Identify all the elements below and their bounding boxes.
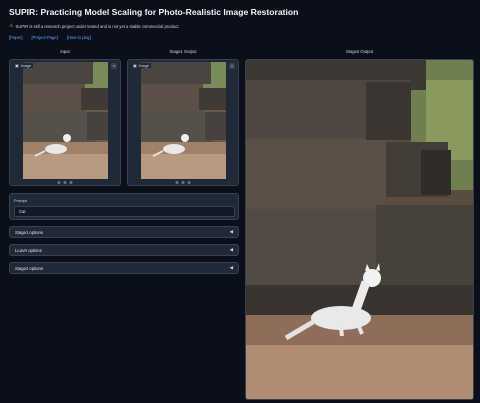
warning-notice: ⚠ SUPIR is still a research project unde… — [9, 23, 180, 29]
input-image-panel[interactable]: ▣ Image × — [9, 59, 121, 186]
prompt-label: Prompt — [14, 198, 27, 203]
toolbar-dot-icon[interactable] — [187, 181, 191, 184]
triangle-left-icon: ◀ — [229, 265, 233, 270]
toolbar-dot-icon[interactable] — [63, 181, 67, 184]
prompt-input[interactable]: Cat — [14, 206, 235, 217]
llava-options-accordion[interactable]: LLaVA options ◀ — [9, 244, 239, 256]
image-tag-label: Image — [138, 63, 150, 68]
stage1-output-image — [141, 62, 226, 179]
warning-text: SUPIR is still a research project under … — [15, 23, 180, 29]
stage2-output-image — [245, 59, 474, 400]
image-tag: ▣ Image — [131, 63, 152, 68]
toolbar-dot-icon[interactable] — [69, 181, 73, 184]
close-icon[interactable]: × — [111, 63, 117, 69]
accordion-label: LLaVA options — [15, 247, 42, 253]
stage1-options-accordion[interactable]: Stage1 options ◀ — [9, 226, 239, 238]
prompt-block: Prompt Cat — [9, 193, 239, 220]
page-title: SUPIR: Practicing Model Scaling for Phot… — [9, 7, 299, 17]
accordion-label: Stage1 options — [15, 229, 43, 235]
image-toolbar — [57, 181, 73, 184]
toolbar-dot-icon[interactable] — [181, 181, 185, 184]
image-tag: ▣ Image — [13, 63, 34, 68]
input-image — [23, 62, 108, 179]
image-tag-label: Image — [20, 63, 32, 68]
stage2-options-accordion[interactable]: Stage2 options ◀ — [9, 262, 239, 274]
image-toolbar — [175, 181, 191, 184]
toolbar-dot-icon[interactable] — [175, 181, 179, 184]
header-links: [Paper] [Project Page] [How to play] — [9, 35, 91, 40]
input-column-label: Input — [60, 49, 70, 54]
warning-triangle-icon: ⚠ — [9, 23, 14, 29]
paper-link[interactable]: [Paper] — [9, 35, 23, 40]
project-page-link[interactable]: [Project Page] — [32, 35, 58, 40]
triangle-left-icon: ◀ — [229, 247, 233, 252]
triangle-left-icon: ◀ — [229, 229, 233, 234]
how-to-play-link[interactable]: [How to play] — [67, 35, 91, 40]
image-icon: ▣ — [15, 64, 19, 68]
stage1-output-panel[interactable]: ▣ Image × — [127, 59, 239, 186]
toolbar-dot-icon[interactable] — [57, 181, 61, 184]
close-icon[interactable]: × — [229, 63, 235, 69]
image-icon: ▣ — [133, 64, 137, 68]
stage2-column-label: Stage2 Output — [345, 49, 373, 54]
stage1-column-label: Stage1 Output — [169, 49, 197, 54]
accordion-label: Stage2 options — [15, 265, 43, 271]
